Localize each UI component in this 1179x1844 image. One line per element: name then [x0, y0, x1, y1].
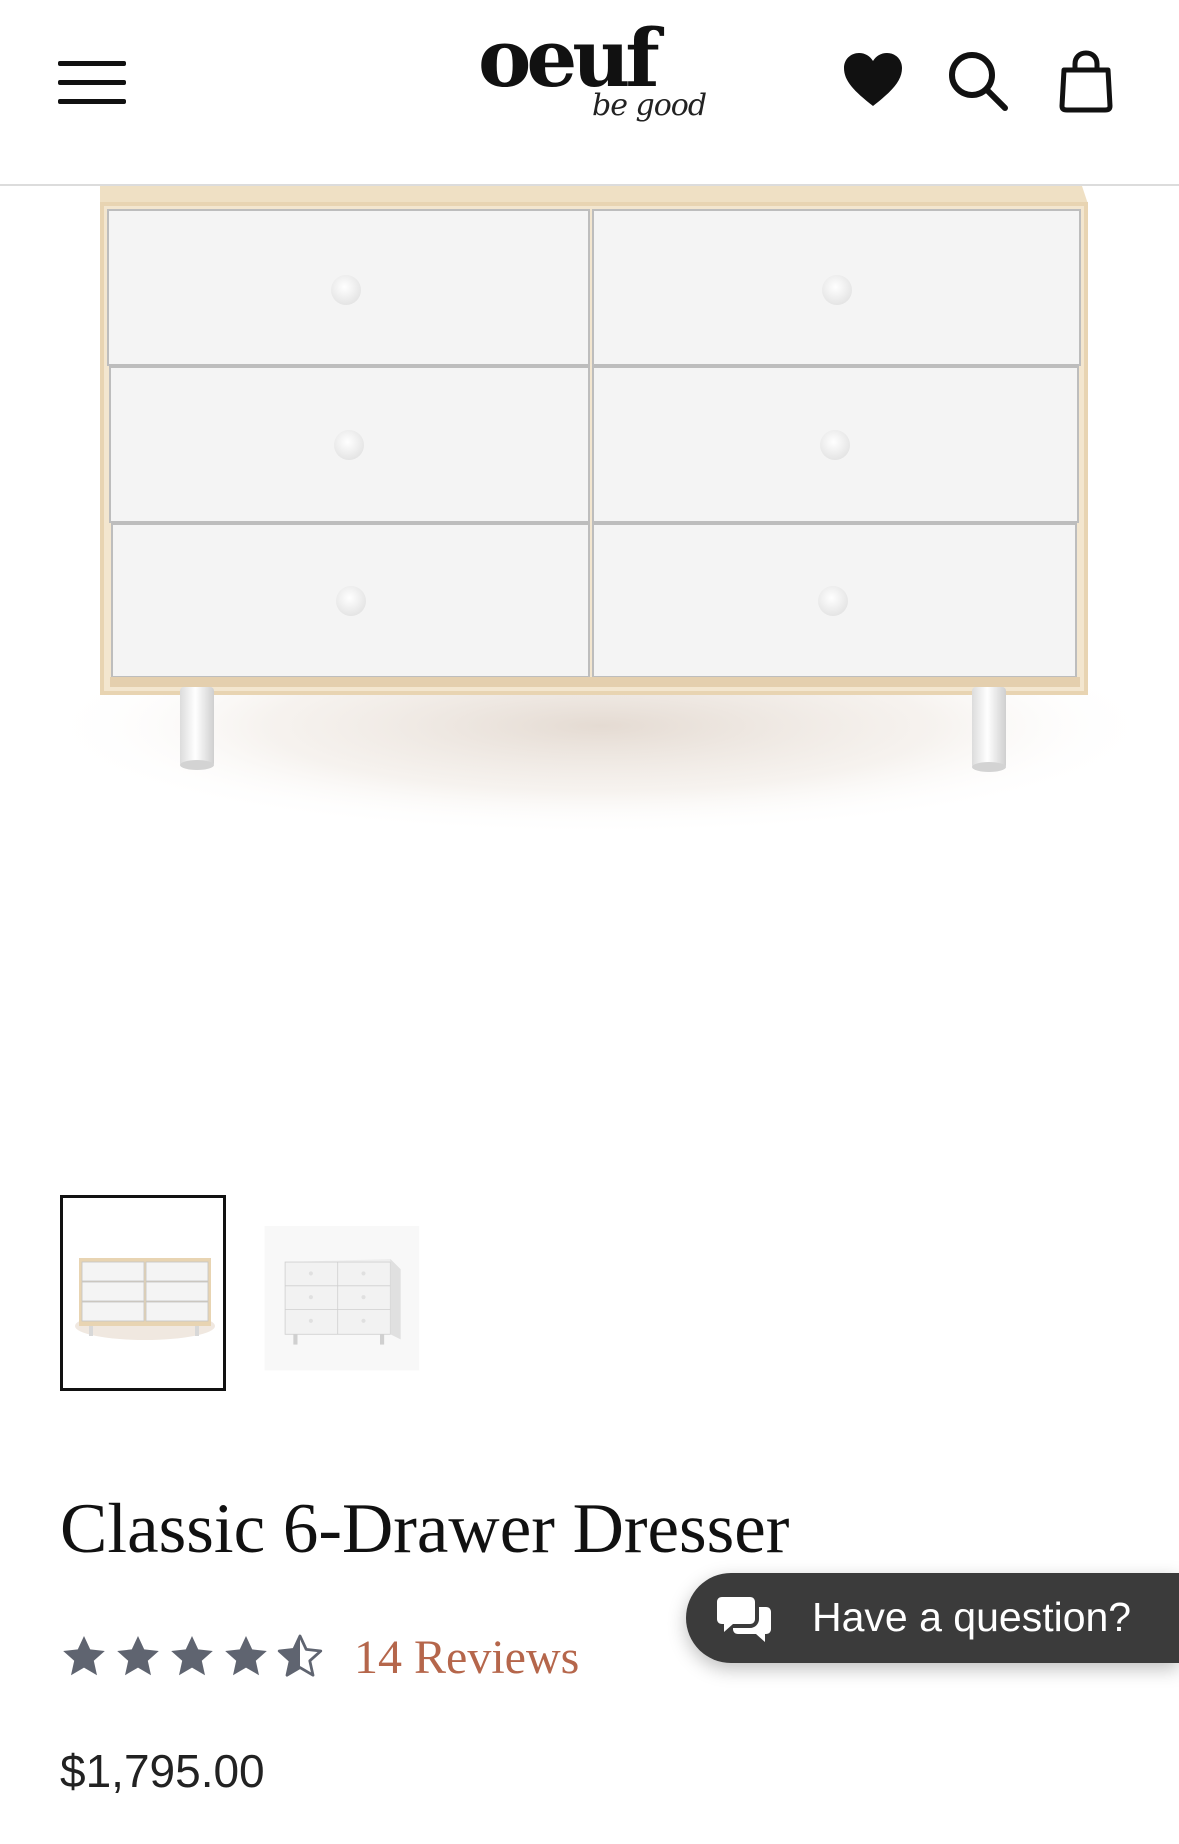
star-full-icon [168, 1633, 216, 1681]
star-full-icon [222, 1633, 270, 1681]
search-button[interactable] [945, 48, 1011, 114]
star-full-icon [60, 1633, 108, 1681]
thumbnail-angle-view[interactable] [264, 1195, 430, 1391]
thumbnail-image [264, 1225, 420, 1371]
heart-icon [844, 53, 902, 106]
chat-label: Have a question? [812, 1594, 1132, 1640]
rating-stars [60, 1633, 330, 1681]
wishlist-button[interactable] [840, 48, 906, 114]
dresser-image [40, 186, 1160, 836]
product-title: Classic 6-Drawer Dresser [60, 1490, 790, 1568]
brand-logo[interactable]: oeuf be good [470, 18, 710, 148]
cart-button[interactable] [1053, 48, 1119, 114]
chat-bubbles-icon [716, 1591, 772, 1647]
search-icon [949, 52, 1008, 111]
thumbnail-front-view[interactable] [60, 1195, 226, 1391]
menu-button[interactable] [58, 58, 126, 108]
product-rating[interactable]: 14 Reviews [60, 1630, 579, 1684]
shopping-bag-icon [1059, 50, 1113, 113]
reviews-link[interactable]: 14 Reviews [354, 1630, 579, 1685]
logo-tagline: be good [592, 88, 707, 123]
menu-icon-bar [58, 80, 126, 85]
thumbnail-image [63, 1198, 223, 1388]
chat-widget-button[interactable]: Have a question? [686, 1573, 1179, 1663]
menu-icon-bar [58, 99, 126, 104]
menu-icon-bar [58, 61, 126, 66]
star-full-icon [114, 1633, 162, 1681]
site-header: oeuf be good [0, 0, 1179, 186]
product-price: $1,795.00 [60, 1745, 265, 1797]
star-half-icon [276, 1633, 324, 1681]
logo-wordmark: oeuf [478, 11, 660, 105]
product-main-image[interactable] [0, 186, 1179, 1146]
